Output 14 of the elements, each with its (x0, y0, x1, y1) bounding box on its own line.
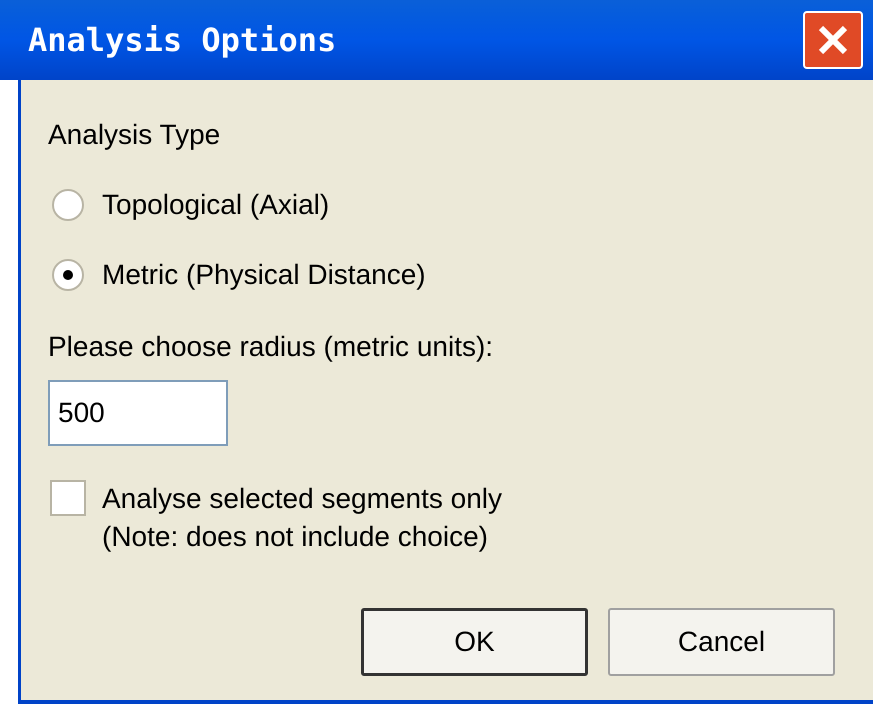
radius-input[interactable]: 500 (48, 380, 228, 446)
close-button[interactable] (803, 11, 863, 69)
note-text: (Note: does not include choice) (102, 520, 489, 554)
dialog-button[interactable]: Cancel (608, 608, 835, 676)
group-label: Analysis Type (48, 118, 222, 152)
radio-label: Topological (Axial) (102, 188, 330, 222)
window-title: Analysis Options (28, 20, 336, 61)
dialog-button[interactable]: OK (361, 608, 588, 676)
radio-button[interactable] (52, 189, 84, 221)
radius-label: Please choose radius (metric units): (48, 330, 494, 364)
radio-label: Metric (Physical Distance) (102, 258, 426, 292)
radio-button[interactable] (52, 259, 84, 291)
checkbox-label: Analyse selected segments only (102, 482, 502, 516)
checkbox[interactable] (50, 480, 86, 516)
